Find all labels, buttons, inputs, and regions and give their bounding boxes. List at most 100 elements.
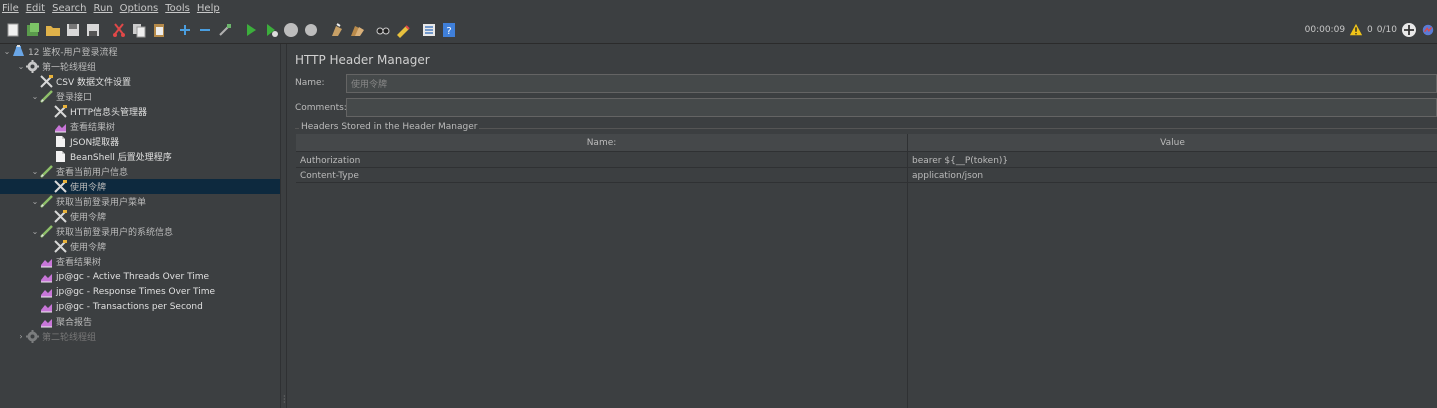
start-no-pause-button[interactable] — [262, 21, 280, 39]
templates-button[interactable] — [24, 21, 42, 39]
chevron-down-icon[interactable]: ⌄ — [2, 47, 12, 56]
toolbar: ? 00:00:09 0 0/10 — [0, 16, 1437, 44]
tree-node[interactable]: CSV 数据文件设置 — [30, 74, 131, 89]
tree-node-label: 第一轮线程组 — [42, 63, 97, 73]
expand-icon — [180, 24, 190, 35]
menu-run[interactable]: Run — [93, 3, 112, 14]
help-button[interactable]: ? — [440, 21, 458, 39]
tree-node[interactable]: ⌄ 登录接口 — [30, 89, 92, 104]
tree-node-label: CSV 数据文件设置 — [56, 78, 132, 88]
tree-node-label: jp@gc - Transactions per Second — [56, 301, 203, 312]
config-element-icon — [54, 210, 67, 223]
test-plan-icon — [12, 45, 25, 58]
tree-node[interactable]: 使用令牌 — [44, 239, 106, 254]
tree-node[interactable]: ⌄ 获取当前登录用户的系统信息 — [30, 224, 173, 239]
log-viewer-icon[interactable] — [1421, 23, 1435, 37]
name-input[interactable]: 使用令牌 — [346, 74, 1437, 93]
tree-node-label: HTTP信息头管理器 — [70, 108, 148, 118]
tree-node[interactable]: 查看结果树 — [30, 254, 101, 269]
header-name-cell[interactable]: Content-Type — [296, 168, 908, 183]
chevron-down-icon[interactable]: ⌄ — [30, 167, 40, 176]
reset-search-button[interactable] — [394, 21, 412, 39]
warning-icon[interactable] — [1349, 23, 1363, 37]
toggle-button[interactable] — [216, 21, 234, 39]
chevron-down-icon[interactable]: ⌄ — [30, 227, 40, 236]
header-name-cell[interactable]: Authorization — [296, 153, 908, 168]
tree-node[interactable]: 聚合报告 — [30, 314, 92, 329]
active-threads: 0/10 — [1376, 25, 1397, 35]
table-row[interactable]: Content-Type application/json — [296, 168, 1437, 183]
search-button[interactable] — [374, 21, 392, 39]
clear-button[interactable] — [328, 21, 346, 39]
tree-node[interactable]: BeanShell 后置处理程序 — [44, 149, 172, 164]
column-value-header[interactable]: Value — [908, 134, 1437, 152]
tree-node-label: JSON提取器 — [70, 138, 120, 148]
new-icon — [7, 23, 19, 36]
tree-node[interactable]: jp@gc - Active Threads Over Time — [30, 269, 209, 284]
header-value-cell[interactable]: application/json — [908, 168, 1437, 183]
chevron-right-icon[interactable]: › — [16, 332, 26, 341]
remote-start-icon[interactable] — [1401, 22, 1417, 38]
splitter-grip[interactable]: · · · — [283, 393, 286, 407]
table-row[interactable]: Authorization bearer ${__P(token)} — [296, 153, 1437, 168]
copy-button[interactable] — [130, 21, 148, 39]
toggle-icon — [219, 23, 231, 36]
tree-node-label: jp@gc - Response Times Over Time — [56, 286, 216, 297]
menu-file[interactable]: File — [2, 3, 19, 14]
templates-icon — [27, 22, 39, 36]
new-button[interactable] — [4, 21, 22, 39]
open-button[interactable] — [44, 21, 62, 39]
clear-all-button[interactable] — [348, 21, 366, 39]
cut-button[interactable] — [110, 21, 128, 39]
table-header: Name: Value — [296, 134, 1437, 152]
paste-button[interactable] — [150, 21, 168, 39]
start-button[interactable] — [242, 21, 260, 39]
tree-node[interactable]: ⌄ 获取当前登录用户菜单 — [30, 194, 146, 209]
stop-button[interactable] — [282, 21, 300, 39]
save-as-button[interactable] — [84, 21, 102, 39]
help-icon: ? — [443, 22, 455, 37]
save-icon — [67, 23, 79, 36]
menu-options[interactable]: Options — [120, 3, 159, 14]
chevron-down-icon[interactable]: ⌄ — [30, 197, 40, 206]
column-name-header[interactable]: Name: — [296, 134, 908, 152]
tree-node-label: 查看当前用户信息 — [56, 168, 129, 178]
tree-node[interactable]: ⌄ 第一轮线程组 — [16, 59, 96, 74]
tree-node-label: 12 鉴权-用户登录流程 — [28, 48, 118, 58]
tree-node-label: BeanShell 后置处理程序 — [70, 153, 172, 163]
tree-node[interactable]: ⌄ 12 鉴权-用户登录流程 — [2, 44, 118, 59]
open-icon — [46, 25, 60, 36]
menu-file-label: File — [2, 2, 19, 14]
menu-help-label: Help — [196, 2, 220, 14]
panel-title: HTTP Header Manager — [295, 53, 430, 67]
comments-input[interactable] — [346, 98, 1437, 117]
menu-edit[interactable]: Edit — [26, 3, 45, 14]
tree-node[interactable]: 使用令牌 — [0, 179, 280, 194]
tree-node-label: 第二轮线程组 — [42, 333, 97, 343]
splitter-handle[interactable]: · · · — [280, 44, 287, 408]
menu-tools[interactable]: Tools — [165, 3, 190, 14]
tree-node[interactable]: 使用令牌 — [44, 209, 106, 224]
menu-help[interactable]: Help — [197, 3, 220, 14]
tree-node[interactable]: 查看结果树 — [44, 119, 115, 134]
expand-button[interactable] — [176, 21, 194, 39]
tree-node[interactable]: HTTP信息头管理器 — [44, 104, 147, 119]
chevron-down-icon[interactable]: ⌄ — [16, 62, 26, 71]
header-value-cell[interactable]: bearer ${__P(token)} — [908, 153, 1437, 168]
sampler-icon — [40, 165, 53, 178]
tree-node[interactable]: JSON提取器 — [44, 134, 119, 149]
tree-node[interactable]: jp@gc - Response Times Over Time — [30, 284, 215, 299]
collapse-button[interactable] — [196, 21, 214, 39]
tree-node[interactable]: › 第二轮线程组 — [16, 329, 96, 344]
function-helper-button[interactable] — [420, 21, 438, 39]
save-button[interactable] — [64, 21, 82, 39]
tree-node[interactable]: jp@gc - Transactions per Second — [30, 299, 203, 314]
chevron-down-icon[interactable]: ⌄ — [30, 92, 40, 101]
tree-node-label: 登录接口 — [56, 93, 93, 103]
listener-icon — [40, 285, 53, 298]
search-icon — [376, 27, 390, 34]
menu-search[interactable]: Search — [52, 3, 86, 14]
copy-icon — [133, 23, 146, 37]
tree-node[interactable]: ⌄ 查看当前用户信息 — [30, 164, 128, 179]
shutdown-button[interactable] — [302, 21, 320, 39]
